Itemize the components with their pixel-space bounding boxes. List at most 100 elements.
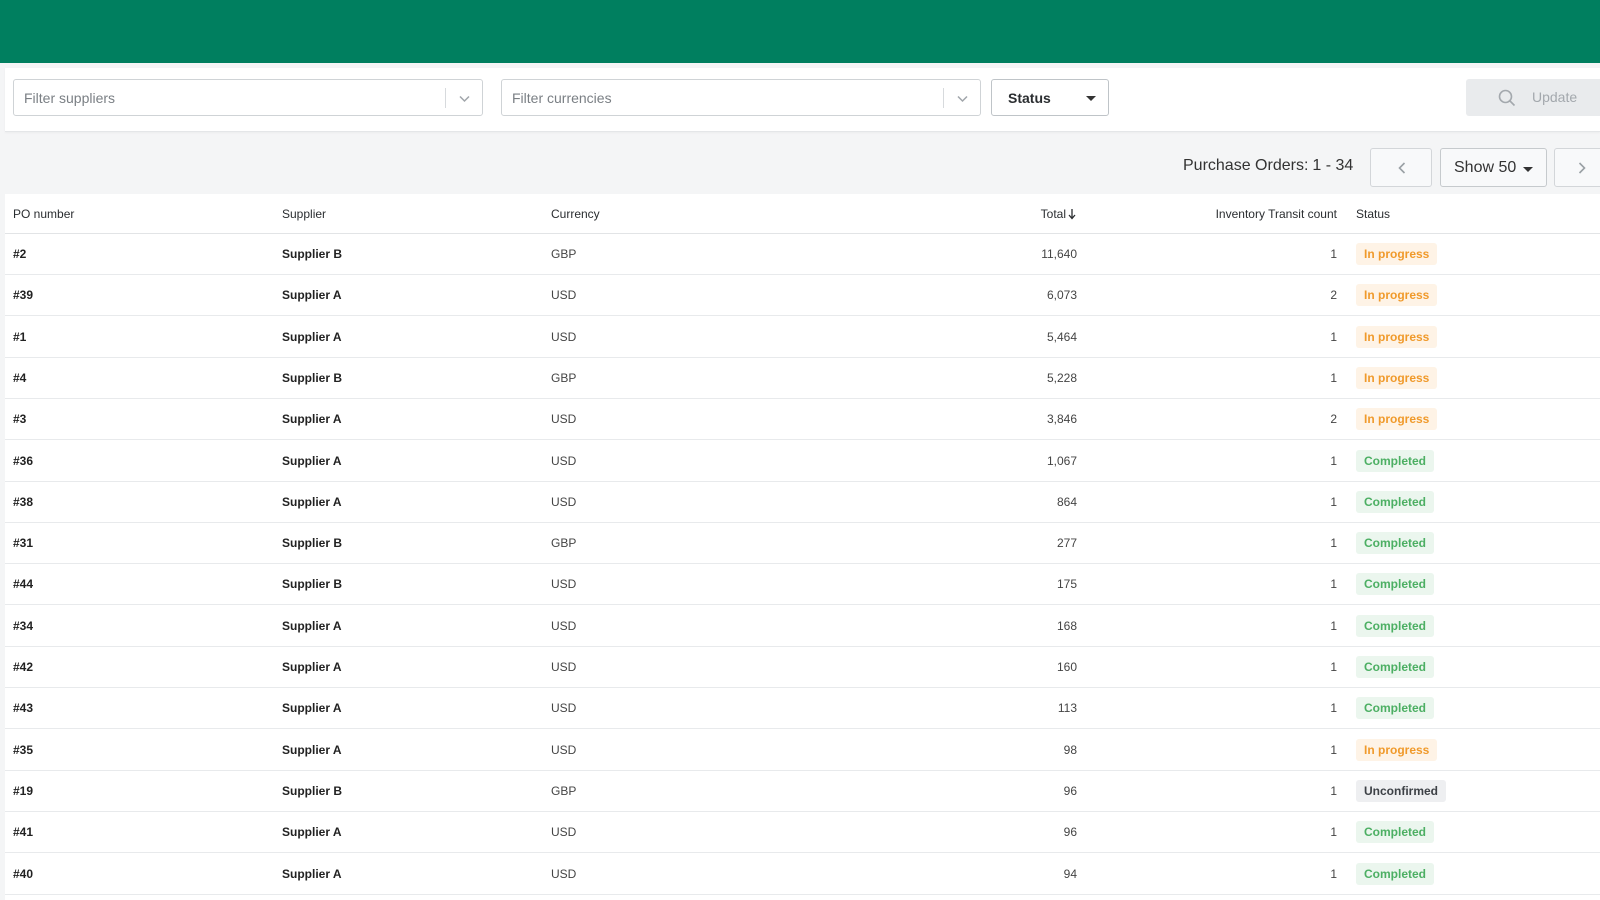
column-header-currency[interactable]: Currency <box>551 207 600 221</box>
currency-cell: USD <box>551 825 577 840</box>
currency-cell: GBP <box>551 247 577 261</box>
inventory-transit-count-cell: 1 <box>1330 329 1337 344</box>
supplier-cell: Supplier A <box>282 288 342 303</box>
supplier-cell: Supplier A <box>282 701 342 716</box>
supplier-cell: Supplier A <box>282 866 342 881</box>
column-header-po-number[interactable]: PO number <box>13 207 74 221</box>
status-badge: Completed <box>1356 821 1435 844</box>
total-cell: 5,464 <box>1046 329 1077 344</box>
po-number-cell: #34 <box>13 618 34 633</box>
chevron-left-icon <box>1398 162 1406 174</box>
next-page-button[interactable] <box>1554 148 1600 187</box>
column-header-total[interactable]: Total <box>1041 207 1066 221</box>
table-row[interactable]: #38 Supplier A USD 864 1 Completed <box>5 482 1600 523</box>
table-row[interactable]: #2 Supplier B GBP 11,640 1 In progress <box>5 234 1600 275</box>
inventory-transit-count-cell: 1 <box>1330 866 1337 881</box>
currency-cell: USD <box>551 618 577 633</box>
status-badge: In progress <box>1356 408 1438 431</box>
po-number-cell: #40 <box>13 866 34 881</box>
supplier-filter-select[interactable]: Filter suppliers <box>13 79 483 116</box>
pager-summary: Purchase Orders: 1 - 34 <box>1183 157 1353 175</box>
pager-range: 1 - 34 <box>1312 157 1354 174</box>
table-row[interactable]: #43 Supplier A USD 113 1 Completed <box>5 688 1600 730</box>
po-number-cell: #41 <box>13 825 34 840</box>
inventory-transit-count-cell: 1 <box>1330 247 1337 261</box>
caret-down-icon <box>1523 167 1533 172</box>
currency-filter-placeholder: Filter currencies <box>512 90 612 106</box>
currency-cell: USD <box>551 866 577 881</box>
table-row[interactable]: #39 Supplier A USD 6,073 2 In progress <box>5 275 1600 317</box>
table-row[interactable]: #35 Supplier A USD 98 1 In progress <box>5 730 1600 771</box>
previous-page-button[interactable] <box>1370 148 1432 187</box>
po-number-cell: #42 <box>13 660 34 674</box>
status-badge: Completed <box>1356 449 1435 472</box>
total-cell: 160 <box>1056 660 1077 674</box>
po-number-cell: #36 <box>13 453 34 468</box>
total-cell: 98 <box>1063 742 1077 757</box>
inventory-transit-count-cell: 1 <box>1330 494 1337 509</box>
inventory-transit-count-cell: 1 <box>1330 701 1337 716</box>
total-cell: 277 <box>1056 536 1077 551</box>
inventory-transit-count-cell: 1 <box>1330 825 1337 840</box>
currency-filter-select[interactable]: Filter currencies <box>501 79 981 116</box>
po-number-cell: #1 <box>13 329 27 344</box>
supplier-cell: Supplier A <box>282 494 342 509</box>
total-cell: 6,073 <box>1046 288 1077 303</box>
chevron-down-icon[interactable] <box>458 92 471 105</box>
table-row[interactable]: #40 Supplier A USD 94 1 Completed <box>5 854 1600 895</box>
table-row[interactable]: #4 Supplier B GBP 5,228 1 In progress <box>5 358 1600 399</box>
supplier-cell: Supplier A <box>282 825 342 840</box>
status-badge: In progress <box>1356 366 1438 389</box>
supplier-cell: Supplier B <box>282 783 343 798</box>
currency-cell: USD <box>551 494 577 509</box>
table-row[interactable]: #31 Supplier B GBP 277 1 Completed <box>5 523 1600 565</box>
inventory-transit-count-cell: 1 <box>1330 577 1337 592</box>
caret-down-icon <box>1086 96 1096 101</box>
supplier-cell: Supplier A <box>282 412 342 427</box>
table-row[interactable]: #3 Supplier A USD 3,846 2 In progress <box>5 399 1600 441</box>
table-row[interactable]: #19 Supplier B GBP 96 1 Unconfirmed <box>5 771 1600 812</box>
supplier-cell: Supplier A <box>282 329 342 344</box>
supplier-cell: Supplier B <box>282 536 343 551</box>
update-button[interactable]: Update <box>1466 79 1600 116</box>
page-size-dropdown[interactable]: Show 50 <box>1440 148 1547 187</box>
table-row[interactable]: #42 Supplier A USD 160 1 Completed <box>5 647 1600 688</box>
status-badge: In progress <box>1356 738 1438 761</box>
po-number-cell: #39 <box>13 288 34 303</box>
update-button-label: Update <box>1532 89 1578 105</box>
status-badge: In progress <box>1356 243 1438 265</box>
table-row[interactable]: #36 Supplier A USD 1,067 1 Completed <box>5 441 1600 482</box>
pager-label: Purchase Orders: <box>1183 157 1309 174</box>
column-header-status[interactable]: Status <box>1356 207 1390 221</box>
status-dropdown-button[interactable]: Status <box>991 79 1109 116</box>
inventory-transit-count-cell: 1 <box>1330 618 1337 633</box>
status-badge: In progress <box>1356 284 1438 307</box>
table-row[interactable]: #44 Supplier B USD 175 1 Completed <box>5 564 1600 606</box>
inventory-transit-count-cell: 1 <box>1330 370 1337 385</box>
po-number-cell: #4 <box>13 370 27 385</box>
table-row[interactable]: #1 Supplier A USD 5,464 1 In progress <box>5 317 1600 358</box>
status-badge: Completed <box>1356 862 1435 885</box>
chevron-down-icon[interactable] <box>956 92 969 105</box>
supplier-cell: Supplier B <box>282 370 343 385</box>
status-dropdown-label: Status <box>1008 90 1051 106</box>
inventory-transit-count-cell: 1 <box>1330 660 1337 674</box>
table-row[interactable]: #41 Supplier A USD 96 1 Completed <box>5 812 1600 854</box>
column-header-supplier[interactable]: Supplier <box>282 207 326 221</box>
filter-bar: Filter suppliers Filter currencies Statu… <box>5 68 1600 132</box>
total-cell: 3,846 <box>1046 412 1077 427</box>
total-cell: 175 <box>1056 577 1077 592</box>
total-cell: 864 <box>1056 494 1077 509</box>
po-number-cell: #35 <box>13 742 34 757</box>
arrow-down-icon[interactable] <box>1068 208 1076 220</box>
column-header-inventory-transit-count[interactable]: Inventory Transit count <box>1216 207 1337 221</box>
table-row[interactable]: #34 Supplier A USD 168 1 Completed <box>5 606 1600 647</box>
inventory-transit-count-cell: 2 <box>1330 412 1337 427</box>
inventory-transit-count-cell: 1 <box>1330 742 1337 757</box>
supplier-filter-placeholder: Filter suppliers <box>24 90 116 106</box>
chevron-right-icon <box>1578 162 1586 174</box>
total-cell: 94 <box>1063 866 1077 881</box>
inventory-transit-count-cell: 1 <box>1330 453 1337 468</box>
total-cell: 168 <box>1056 618 1077 633</box>
status-badge: Completed <box>1356 614 1435 637</box>
